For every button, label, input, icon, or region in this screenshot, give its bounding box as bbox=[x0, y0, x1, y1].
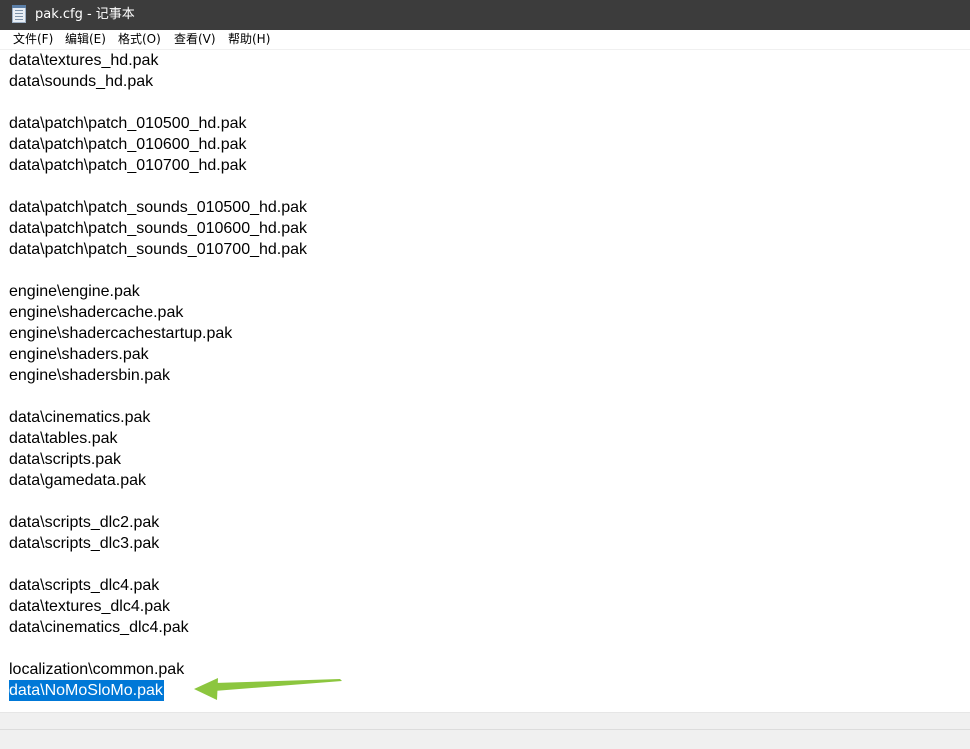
text-line: data\patch\patch_sounds_010600_hd.pak bbox=[9, 220, 308, 237]
menu-help[interactable]: 帮助(H) bbox=[228, 32, 270, 47]
status-bar bbox=[0, 729, 970, 749]
menu-format[interactable]: 格式(O) bbox=[118, 32, 161, 47]
text-line: data\tables.pak bbox=[9, 430, 118, 447]
text-line: data\patch\patch_sounds_010700_hd.pak bbox=[9, 241, 308, 258]
menu-edit[interactable]: 编辑(E) bbox=[65, 32, 106, 47]
text-editor-area[interactable]: data\textures_hd.pak data\sounds_hd.pakda… bbox=[0, 50, 970, 712]
title-bar[interactable]: pak.cfg - 记事本 bbox=[0, 0, 970, 30]
text-line: data\cinematics_dlc4.pak bbox=[9, 619, 189, 636]
text-line: data\scripts.pak bbox=[9, 451, 122, 468]
text-line: engine\shadercache.pak bbox=[9, 304, 184, 321]
text-line: data\gamedata.pak bbox=[9, 472, 146, 489]
text-line: localization\common.pak bbox=[9, 661, 185, 678]
text-line: data\sounds_hd.pak bbox=[9, 73, 154, 90]
horizontal-scrollbar[interactable] bbox=[0, 712, 970, 729]
arrow-icon bbox=[194, 678, 342, 700]
notepad-icon bbox=[12, 5, 26, 23]
text-line: data\textures_hd.pak bbox=[9, 52, 159, 69]
window-title: pak.cfg - 记事本 bbox=[35, 7, 135, 22]
text-line: data\scripts_dlc2.pak bbox=[9, 514, 160, 531]
text-line: data\scripts_dlc3.pak bbox=[9, 535, 160, 552]
text-line: data\patch\patch_sounds_010500_hd.pak bbox=[9, 199, 308, 216]
text-line: engine\engine.pak bbox=[9, 283, 140, 300]
text-line: data\cinematics.pak bbox=[9, 409, 151, 426]
text-line: data\textures_dlc4.pak bbox=[9, 598, 170, 615]
text-line: engine\shadersbin.pak bbox=[9, 367, 171, 384]
text-line: data\patch\patch_010600_hd.pak bbox=[9, 136, 247, 153]
text-line: data\scripts_dlc4.pak bbox=[9, 577, 160, 594]
menu-bar: 文件(F) 编辑(E) 格式(O) 查看(V) 帮助(H) bbox=[0, 30, 970, 50]
selected-text-line: data\NoMoSloMo.pak bbox=[9, 680, 164, 701]
text-line: engine\shadercachestartup.pak bbox=[9, 325, 233, 342]
text-line: engine\shaders.pak bbox=[9, 346, 149, 363]
text-line: data\patch\patch_010500_hd.pak bbox=[9, 115, 247, 132]
text-line: data\patch\patch_010700_hd.pak bbox=[9, 157, 247, 174]
menu-view[interactable]: 查看(V) bbox=[174, 32, 216, 47]
menu-file[interactable]: 文件(F) bbox=[13, 32, 53, 47]
